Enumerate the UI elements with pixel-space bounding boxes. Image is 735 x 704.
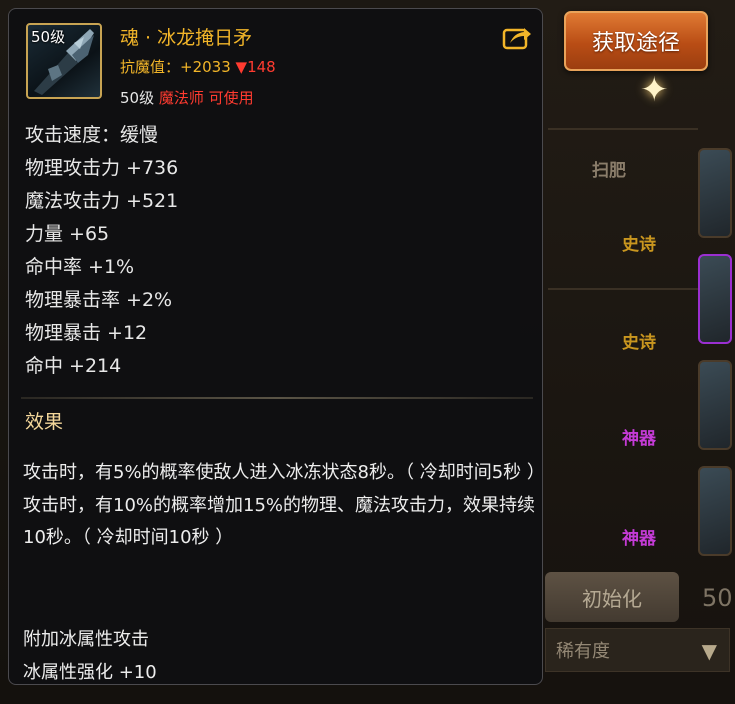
resist-line: 抗魔值：+2033 ▼148: [120, 56, 276, 77]
extra-line: 附加冰属性攻击: [23, 629, 149, 650]
list-header: 扫肥: [592, 161, 626, 181]
rarity-select[interactable]: 稀有度 ▼: [545, 628, 730, 672]
stat-line: 命中 +214: [25, 355, 122, 377]
stat-line: 命中率 +1%: [25, 256, 135, 278]
resist-value: +2033: [180, 58, 231, 76]
stat-line: 物理攻击力 +736: [25, 157, 179, 179]
list-thumb[interactable]: [698, 254, 732, 344]
list-thumb[interactable]: [698, 360, 732, 450]
section-divider: [21, 397, 533, 399]
required-class: 魔法师 可使用: [158, 89, 254, 107]
effects-title: 效果: [25, 411, 64, 433]
extra-line: 冰属性强化 +10: [23, 662, 157, 683]
init-button[interactable]: 初始化: [545, 572, 679, 622]
required-level: 50级: [120, 89, 155, 107]
stat-line: 物理暴击率 +2%: [25, 289, 173, 311]
item-tooltip: 50级 魂 · 冰龙掩日矛 抗魔值：+2033 ▼148 50级 魔法师 可使用…: [8, 8, 545, 685]
grade-label: 神器: [622, 529, 656, 549]
item-name: 魂 · 冰龙掩日矛: [120, 27, 253, 49]
list-divider: [548, 288, 698, 290]
grade-label: 史诗: [622, 333, 656, 353]
item-level-badge: 50级: [31, 28, 66, 46]
sparkle-star-icon: ✦: [640, 70, 669, 110]
effect-line: 攻击时，有5%的概率使敌人进入冰冻状态8秒。（ 冷却时间5秒 ）: [23, 462, 545, 483]
grade-label: 神器: [622, 429, 656, 449]
list-thumb[interactable]: [698, 148, 732, 238]
stat-list: 攻击速度：缓慢 物理攻击力 +736 魔法攻击力 +521 力量 +65 命中率…: [25, 119, 178, 383]
grade-label: 史诗: [622, 235, 656, 255]
item-icon-frame: 50级: [26, 23, 102, 99]
stat-line: 攻击速度：缓慢: [25, 124, 159, 146]
stat-line: 力量 +65: [25, 223, 110, 245]
triangle-down-icon: ▼: [701, 639, 717, 663]
list-thumb[interactable]: [698, 466, 732, 556]
list-divider: [548, 128, 698, 130]
resist-change: ▼148: [235, 58, 276, 76]
stat-line: 物理暴击 +12: [25, 322, 148, 344]
share-arrow-icon[interactable]: [502, 24, 532, 50]
extra-attributes: 附加冰属性攻击 冰属性强化 +10: [23, 623, 157, 689]
get-route-button[interactable]: 获取途径: [564, 11, 708, 71]
partial-number: 50: [702, 584, 733, 612]
rarity-select-label: 稀有度: [556, 641, 610, 662]
stat-line: 魔法攻击力 +521: [25, 190, 179, 212]
effect-line: 攻击时，有10%的概率增加15%的物理、魔法攻击力，效果持续10秒。（ 冷却时间…: [23, 494, 536, 549]
requirement-line: 50级 魔法师 可使用: [120, 87, 254, 108]
resist-label: 抗魔值：: [120, 58, 181, 76]
effects-text: 攻击时，有5%的概率使敌人进入冰冻状态8秒。（ 冷却时间5秒 ） 攻击时，有10…: [23, 457, 545, 555]
